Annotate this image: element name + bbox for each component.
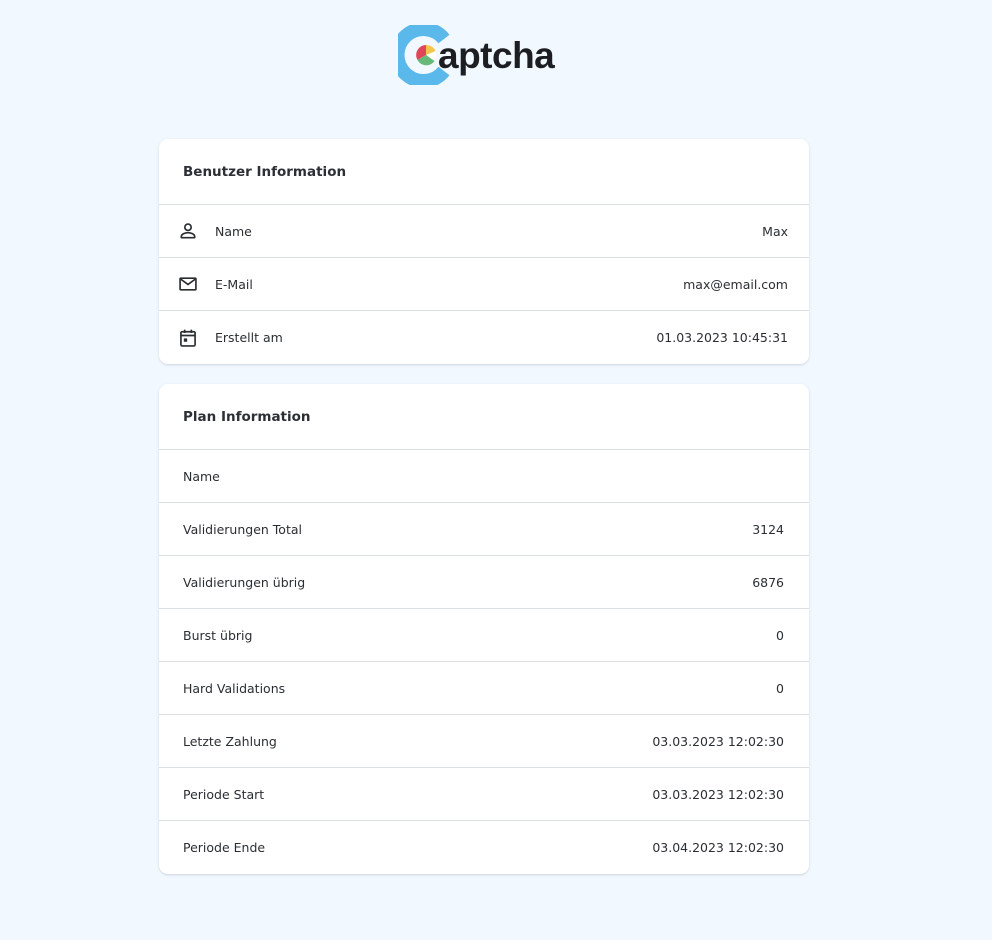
user-name-value: Max: [762, 223, 788, 239]
plan-period-start-value: 03.03.2023 12:02:30: [652, 786, 784, 802]
user-information-card: Benutzer Information Name Max E-Mail max…: [159, 139, 809, 364]
plan-burst-remaining-value: 0: [776, 627, 784, 643]
plan-period-end-label: Periode Ende: [183, 840, 266, 855]
plan-validations-remaining-value: 6876: [752, 574, 784, 590]
plan-validations-remaining-label: Validierungen übrig: [183, 574, 306, 590]
plan-information-title: Plan Information: [159, 384, 809, 450]
user-row-name: Name Max: [159, 205, 809, 258]
plan-hard-validations-label: Hard Validations: [183, 680, 286, 696]
user-email-value: max@email.com: [683, 276, 788, 292]
plan-information-card: Plan Information Name Validierungen Tota…: [159, 384, 809, 874]
plan-last-payment-value: 03.03.2023 12:02:30: [652, 733, 784, 749]
plan-period-start-label: Periode Start: [183, 786, 265, 802]
plan-validations-total-label: Validierungen Total: [183, 521, 302, 537]
captcha-logo-text: aptcha: [438, 35, 555, 76]
plan-name-label: Name: [183, 468, 220, 484]
person-icon: [177, 220, 199, 242]
calendar-icon: [177, 327, 199, 349]
plan-row-period-start: Periode Start 03.03.2023 12:02:30: [159, 768, 809, 821]
plan-validations-total-value: 3124: [752, 521, 784, 537]
user-row-email: E-Mail max@email.com: [159, 258, 809, 311]
plan-row-validations-remaining: Validierungen übrig 6876: [159, 556, 809, 609]
user-email-label: E-Mail: [215, 276, 253, 292]
mail-icon: [177, 273, 199, 295]
plan-period-end-value: 03.04.2023 12:02:30: [652, 840, 784, 855]
captcha-logo-mark: [390, 22, 454, 88]
user-row-created: Erstellt am 01.03.2023 10:45:31: [159, 311, 809, 364]
plan-row-burst-remaining: Burst übrig 0: [159, 609, 809, 662]
user-created-value: 01.03.2023 10:45:31: [656, 330, 788, 345]
plan-burst-remaining-label: Burst übrig: [183, 627, 253, 643]
user-created-label: Erstellt am: [215, 330, 283, 345]
plan-last-payment-label: Letzte Zahlung: [183, 733, 277, 749]
plan-hard-validations-value: 0: [776, 680, 784, 696]
user-name-label: Name: [215, 223, 252, 239]
plan-row-period-end: Periode Ende 03.04.2023 12:02:30: [159, 821, 809, 874]
captcha-logo: aptcha: [390, 22, 555, 88]
plan-row-name: Name: [159, 450, 809, 503]
plan-row-last-payment: Letzte Zahlung 03.03.2023 12:02:30: [159, 715, 809, 768]
plan-row-hard-validations: Hard Validations 0: [159, 662, 809, 715]
plan-row-validations-total: Validierungen Total 3124: [159, 503, 809, 556]
user-information-title: Benutzer Information: [159, 139, 809, 205]
